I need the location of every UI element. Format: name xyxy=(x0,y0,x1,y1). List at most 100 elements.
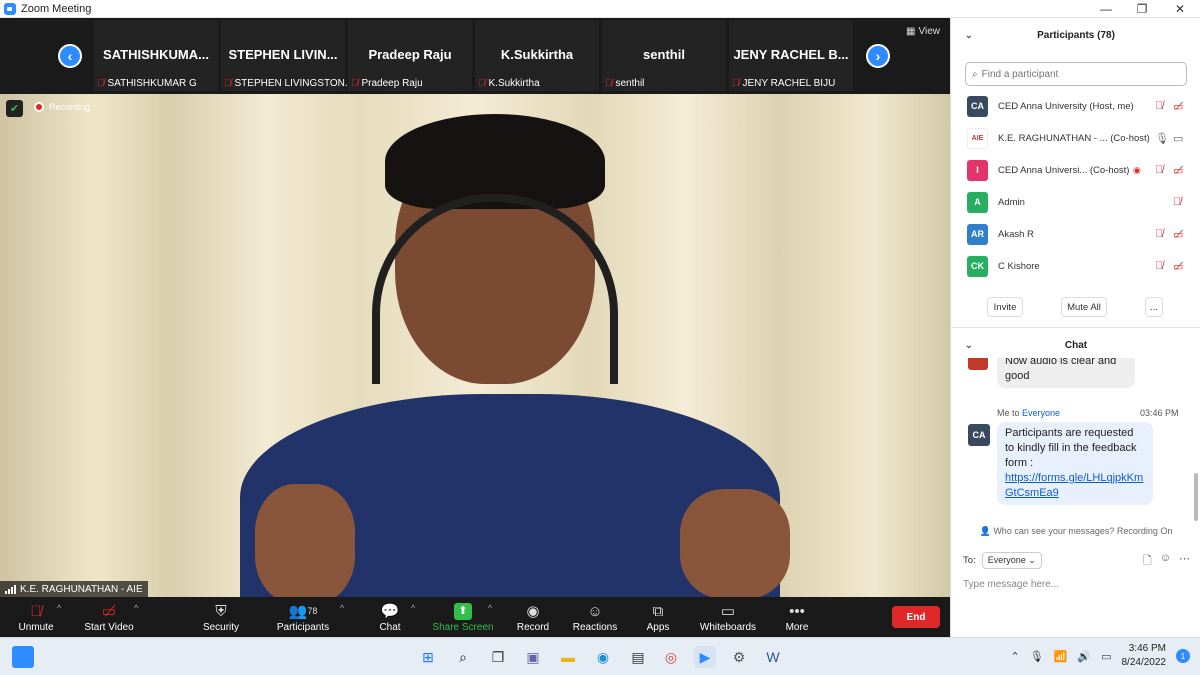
battery-icon[interactable]: ▭ xyxy=(1101,650,1111,663)
share-screen-button[interactable]: ⬆ Share Screen xyxy=(432,597,494,637)
whiteboard-icon: ▭ xyxy=(720,603,736,620)
maximize-button[interactable]: ❐ xyxy=(1124,0,1160,18)
tile-display-name: JENY RACHEL B... xyxy=(733,47,849,62)
grid-icon: ▦ xyxy=(906,26,916,37)
apps-button[interactable]: ⧉ Apps xyxy=(644,597,672,637)
video-tile[interactable]: STEPHEN LIVIN... 🎙̸ STEPHEN LIVINGSTON... xyxy=(221,21,353,91)
wifi-icon[interactable]: 📶 xyxy=(1054,650,1068,663)
feedback-form-link[interactable]: https://forms.gle/LHLqjpkKmGtCsmEa9 xyxy=(1005,472,1143,499)
task-view-icon[interactable]: ❐ xyxy=(487,646,509,668)
participants-icon: 👥78 xyxy=(288,603,318,620)
tile-label-text: senthil xyxy=(615,78,645,89)
tile-display-name: STEPHEN LIVIN... xyxy=(228,47,338,62)
chevron-up-icon[interactable]: ⌃ xyxy=(1011,650,1020,663)
video-tile[interactable]: SATHISHKUMA... 🎙̸ SATHISHKUMAR G xyxy=(94,21,218,91)
video-area: ‹ SATHISHKUMA... 🎙̸ SATHISHKUMAR G STEPHE… xyxy=(0,18,950,597)
gallery-prev-button[interactable]: ‹ xyxy=(58,44,82,68)
share-options-caret[interactable]: ^ xyxy=(488,603,492,613)
record-dot-icon xyxy=(34,102,44,112)
video-tile[interactable]: JENY RACHEL B... 🎙̸ JENY RACHEL BIJU xyxy=(729,21,853,91)
collapse-chat-icon[interactable]: ⌄ xyxy=(965,340,973,351)
participants-options-caret[interactable]: ^ xyxy=(340,603,344,613)
participants-button[interactable]: 👥78 Participants xyxy=(274,597,332,637)
video-tile[interactable]: K.Sukkirtha 🎙̸ K.Sukkirtha xyxy=(475,21,599,91)
edge-icon[interactable]: ◉ xyxy=(592,646,614,668)
security-button[interactable]: ⛨ Security xyxy=(200,597,242,637)
close-button[interactable]: ✕ xyxy=(1162,0,1198,18)
chat-message: Now audio is clear and good xyxy=(997,358,1135,388)
whiteboards-button[interactable]: ▭ Whiteboards xyxy=(698,597,758,637)
record-button[interactable]: ◉ Record xyxy=(514,597,552,637)
zoom-app-icon xyxy=(4,2,16,15)
notification-badge[interactable]: 1 xyxy=(1176,649,1190,663)
muted-mic-icon: 🎙̸ xyxy=(478,78,486,89)
participant-row[interactable]: A Admin 🎙̸ xyxy=(951,186,1200,218)
store-icon[interactable]: ▤ xyxy=(627,646,649,668)
message-time: 03:46 PM xyxy=(1140,408,1179,418)
microphone-icon[interactable]: 🎙 xyxy=(1030,650,1044,663)
participant-row[interactable]: AIE K.E. RAGHUNATHAN - ... (Co-host) 🎙 ▭ xyxy=(951,122,1200,154)
recipient-select[interactable]: Everyone ⌄ xyxy=(981,552,1042,569)
clock[interactable]: 3:46 PM 8/24/2022 xyxy=(1122,642,1167,670)
invite-button[interactable]: Invite xyxy=(987,297,1023,317)
view-button[interactable]: ▦ View xyxy=(906,26,940,37)
video-tile[interactable]: Pradeep Raju 🎙̸ Pradeep Raju xyxy=(348,21,472,91)
end-meeting-button[interactable]: End xyxy=(892,606,940,628)
security-shield-icon[interactable]: ✔ xyxy=(6,100,23,117)
settings-icon[interactable]: ⚙ xyxy=(728,646,750,668)
chat-message-input[interactable] xyxy=(963,574,1188,594)
tile-label: 🎙̸ K.Sukkirtha xyxy=(478,78,540,89)
recording-indicator[interactable]: Recording xyxy=(34,102,90,112)
participant-search-input[interactable] xyxy=(981,68,1172,80)
record-label: Record xyxy=(516,622,550,633)
search-icon[interactable]: ⌕ xyxy=(452,646,474,668)
recording-label: Recording xyxy=(49,102,91,112)
widgets-icon[interactable] xyxy=(12,646,34,668)
participant-row[interactable]: AR Akash R 🎙̸ ▭̸ xyxy=(951,218,1200,250)
video-options-caret[interactable]: ^ xyxy=(134,603,138,613)
message-meta: Me to Everyone xyxy=(997,408,1060,418)
speaker-name-label: K.E. RAGHUNATHAN - AIE xyxy=(0,581,148,597)
system-tray: ⌃ 🎙 📶 🔊 ▭ 3:46 PM 8/24/2022 1 xyxy=(1011,642,1190,670)
unmute-label: Unmute xyxy=(18,622,54,633)
muted-mic-icon: 🎙̸ xyxy=(97,78,105,89)
chrome-icon[interactable]: ◎ xyxy=(660,646,682,668)
participants-count: 78 xyxy=(307,606,318,616)
muted-mic-icon: 🎙̸ xyxy=(351,78,359,89)
file-explorer-icon[interactable]: ▬ xyxy=(557,646,579,668)
collapse-participants-icon[interactable]: ⌄ xyxy=(965,30,973,41)
avatar: CA xyxy=(968,424,990,446)
window-titlebar: Zoom Meeting — ❐ ✕ xyxy=(0,0,1200,18)
chat-scrollbar[interactable] xyxy=(1194,473,1198,521)
muted-mic-icon: 🎙̸ xyxy=(224,78,232,89)
audio-options-caret[interactable]: ^ xyxy=(57,603,61,613)
start-icon[interactable]: ⊞ xyxy=(417,646,439,668)
file-icon[interactable]: 🗋 xyxy=(1143,552,1152,571)
volume-icon[interactable]: 🔊 xyxy=(1077,650,1091,663)
video-tile[interactable]: senthil 🎙̸ senthil xyxy=(602,21,726,91)
emoji-icon[interactable]: ☺ xyxy=(1160,552,1171,571)
unmute-button[interactable]: 🎙̸ Unmute xyxy=(14,597,58,637)
participants-more-button[interactable]: ... xyxy=(1145,297,1163,317)
record-icon: ◉ xyxy=(526,603,540,620)
participant-search[interactable]: ⌕ xyxy=(965,62,1187,86)
zoom-icon[interactable]: ▶ xyxy=(694,646,716,668)
more-options-icon[interactable]: ⋯ xyxy=(1179,552,1190,571)
reactions-button[interactable]: ☺ Reactions xyxy=(572,597,618,637)
chat-options-caret[interactable]: ^ xyxy=(411,603,415,613)
word-icon[interactable]: W xyxy=(762,646,784,668)
whiteboards-label: Whiteboards xyxy=(699,622,757,633)
muted-mic-icon: 🎙̸ xyxy=(1155,164,1164,176)
chat-button[interactable]: 💬 Chat xyxy=(374,597,406,637)
teams-chat-icon[interactable]: ▣ xyxy=(522,646,544,668)
mute-all-button[interactable]: Mute All xyxy=(1061,297,1107,317)
participant-row[interactable]: CK C Kishore 🎙̸ ▭̸ xyxy=(951,250,1200,282)
more-button[interactable]: ••• More xyxy=(782,597,812,637)
gallery-next-button[interactable]: › xyxy=(866,44,890,68)
who-can-see-link[interactable]: 👤 Who can see your messages? Recording O… xyxy=(951,526,1200,542)
participant-row[interactable]: CA CED Anna University (Host, me) 🎙̸ ▭̸ xyxy=(951,90,1200,122)
start-video-button[interactable]: ▭̸ Start Video xyxy=(82,597,136,637)
participant-row[interactable]: I CED Anna Universi... (Co-host) ◉ 🎙̸ ▭̸ xyxy=(951,154,1200,186)
minimize-button[interactable]: — xyxy=(1088,0,1124,18)
participant-name: K.E. RAGHUNATHAN - ... (Co-host) xyxy=(998,132,1150,144)
